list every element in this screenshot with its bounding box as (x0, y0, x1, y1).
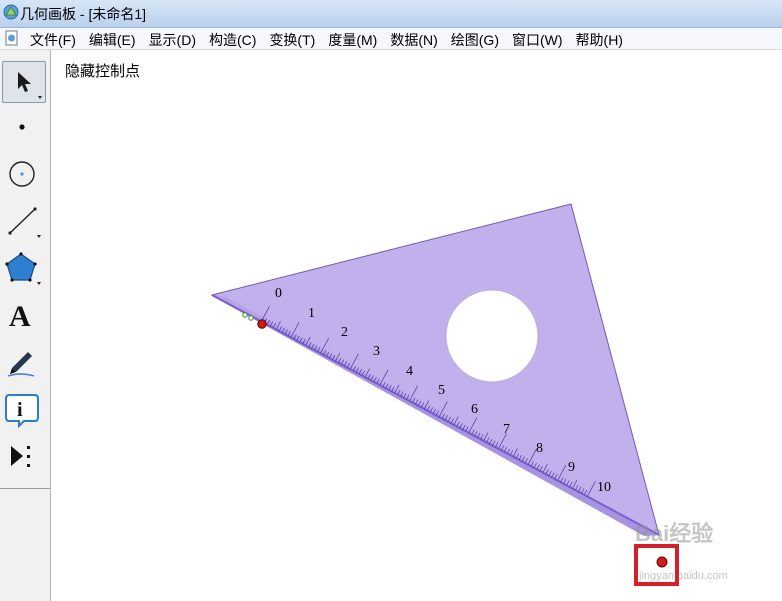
ruler-number-9: 9 (568, 460, 575, 475)
triangle-body[interactable] (210, 203, 660, 536)
ruler-number-2: 2 (341, 325, 348, 340)
control-point-small-2[interactable] (248, 315, 254, 321)
menu-graph[interactable]: 绘图(G) (451, 30, 499, 50)
ruler-number-8: 8 (536, 441, 543, 456)
sketch-canvas[interactable]: 隐藏控制点 0 1 2 3 4 5 6 7 8 9 10 Bai经验 jingy… (51, 50, 782, 601)
ruler-number-1: 1 (308, 306, 315, 321)
document-icon[interactable] (4, 30, 20, 46)
ruler-number-7: 7 (503, 422, 510, 437)
ruler-number-3: 3 (373, 344, 380, 359)
compass-tool-icon (9, 161, 35, 187)
menu-display[interactable]: 显示(D) (149, 30, 196, 50)
polygon-tool[interactable] (2, 248, 46, 290)
text-tool-icon: A (9, 300, 31, 333)
straightedge-tool[interactable] (2, 201, 46, 243)
menu-window[interactable]: 窗口(W) (512, 30, 563, 50)
custom-tool[interactable] (2, 436, 46, 478)
arrow-select-tool[interactable] (2, 61, 46, 103)
ruler-number-10: 10 (597, 480, 611, 495)
point-tool-icon (19, 124, 25, 130)
highlight-box (634, 544, 679, 586)
ruler-number-0: 0 (275, 286, 282, 301)
menu-measure[interactable]: 度量(M) (328, 30, 377, 50)
information-tool[interactable]: i (2, 389, 46, 431)
window-title: 几何画板 - [未命名1] (20, 6, 147, 22)
information-tool-icon: i (5, 394, 39, 429)
marker-tool[interactable] (2, 342, 46, 384)
app-icon (3, 4, 19, 20)
menu-transform[interactable]: 变换(T) (269, 30, 315, 50)
title-bar: 几何画板 - [未命名1] (0, 0, 782, 28)
toolbar-divider (0, 488, 50, 489)
marker-tool-icon (7, 352, 35, 377)
menu-construct[interactable]: 构造(C) (209, 30, 256, 50)
tool-palette: A i (0, 50, 51, 601)
svg-text:i: i (17, 399, 23, 421)
menu-file[interactable]: 文件(F) (30, 30, 76, 50)
arrow-select-icon (18, 72, 42, 99)
ruler-number-5: 5 (438, 383, 445, 398)
control-point-small-1[interactable] (242, 312, 248, 318)
svg-text:A: A (9, 300, 31, 333)
circular-hole (445, 289, 539, 383)
menu-edit[interactable]: 编辑(E) (89, 30, 136, 50)
menu-help[interactable]: 帮助(H) (576, 30, 623, 50)
ruler-number-6: 6 (471, 402, 478, 417)
polygon-tool-icon (5, 252, 41, 285)
point-tool[interactable] (2, 107, 46, 149)
ruler-number-4: 4 (406, 364, 413, 379)
straightedge-tool-icon (8, 207, 41, 238)
custom-tool-icon (11, 446, 30, 467)
compass-tool[interactable] (2, 154, 46, 196)
menu-data[interactable]: 数据(N) (390, 30, 437, 50)
menu-bar: 文件(F) 编辑(E) 显示(D) 构造(C) 变换(T) 度量(M) 数据(N… (0, 28, 782, 50)
control-point-red[interactable] (257, 319, 267, 329)
text-tool[interactable]: A (2, 295, 46, 337)
